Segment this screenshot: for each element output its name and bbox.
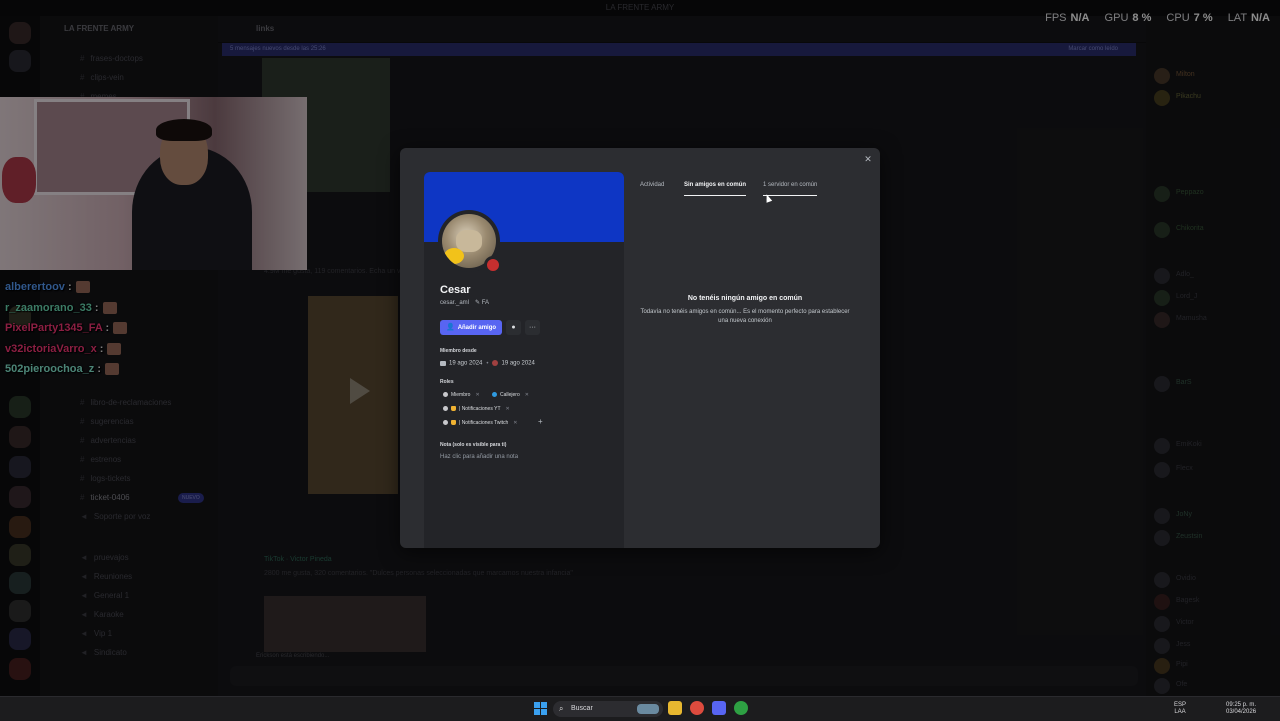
file-explorer-icon[interactable]	[668, 701, 682, 715]
add-friend-icon: 👤	[445, 324, 455, 331]
add-role-icon[interactable]: +	[538, 417, 543, 426]
username: cesar._aml ✎ FA	[440, 300, 490, 306]
search-icon: ⌕	[559, 704, 564, 713]
empty-state-subtitle: Todavía no tenéis amigos en común... Es …	[640, 309, 850, 324]
add-friend-button[interactable]: 👤 Añadir amigo	[440, 320, 502, 335]
message-icon[interactable]: ●	[506, 320, 521, 335]
tab-mutual-friends[interactable]: Sin amigos en común	[684, 182, 747, 196]
member-since-dates: 19 ago 2024 • 19 ago 2024	[440, 360, 535, 367]
roles-label: Roles	[440, 379, 454, 385]
server-tag-icon: ✎	[475, 300, 482, 306]
language-indicator[interactable]: ESP LAA	[1174, 702, 1186, 716]
role-chip: Miembro ✕	[443, 392, 480, 398]
tab-mutual-servers[interactable]: 1 servidor en común	[763, 182, 818, 196]
role-chip: | Notificaciones YT ✕	[443, 406, 510, 412]
server-icon	[492, 360, 499, 366]
taskbar: ⌕ Buscar ESP LAA 09:25 p. m. 03/04/2026	[0, 696, 1280, 721]
remove-role-icon[interactable]: ✕	[513, 420, 517, 426]
discord-icon[interactable]	[712, 701, 726, 715]
remove-role-icon[interactable]: ✕	[506, 406, 510, 412]
clock[interactable]: 09:25 p. m. 03/04/2026	[1226, 702, 1256, 716]
windows-start-icon[interactable]	[534, 702, 547, 715]
discord-icon	[440, 360, 446, 366]
close-icon[interactable]: ✕	[863, 154, 873, 164]
role-chip: Callejero ✕	[492, 392, 529, 398]
empty-state-title: No tenéis ningún amigo en común	[687, 295, 803, 302]
profile-panel: Cesar cesar._aml ✎ FA 👤 Añadir amigo ● ···…	[424, 172, 624, 548]
more-icon[interactable]: ···	[525, 320, 540, 335]
bell-icon	[451, 406, 456, 412]
dnd-status-icon	[484, 256, 502, 274]
user-profile-modal: ✕ Cesar cesar._aml ✎ FA 👤 Añadir amigo ● ·…	[400, 148, 880, 548]
remove-role-icon[interactable]: ✕	[525, 392, 529, 398]
note-label: Nota (solo es visible para ti)	[440, 442, 507, 448]
role-chip: | Notificaciones Twitch ✕	[443, 420, 518, 426]
note-input[interactable]: Haz clic para añadir una nota	[440, 454, 518, 460]
tab-activity[interactable]: Actividad	[640, 182, 664, 188]
app-icon[interactable]	[734, 701, 748, 715]
search-highlight-image	[637, 704, 659, 714]
member-since-label: Miembro desde	[440, 348, 477, 354]
taskbar-search[interactable]: ⌕ Buscar	[553, 701, 663, 717]
remove-role-icon[interactable]: ✕	[475, 392, 479, 398]
display-name: Cesar	[440, 284, 471, 296]
chrome-icon[interactable]	[690, 701, 704, 715]
bell-icon	[451, 420, 456, 426]
